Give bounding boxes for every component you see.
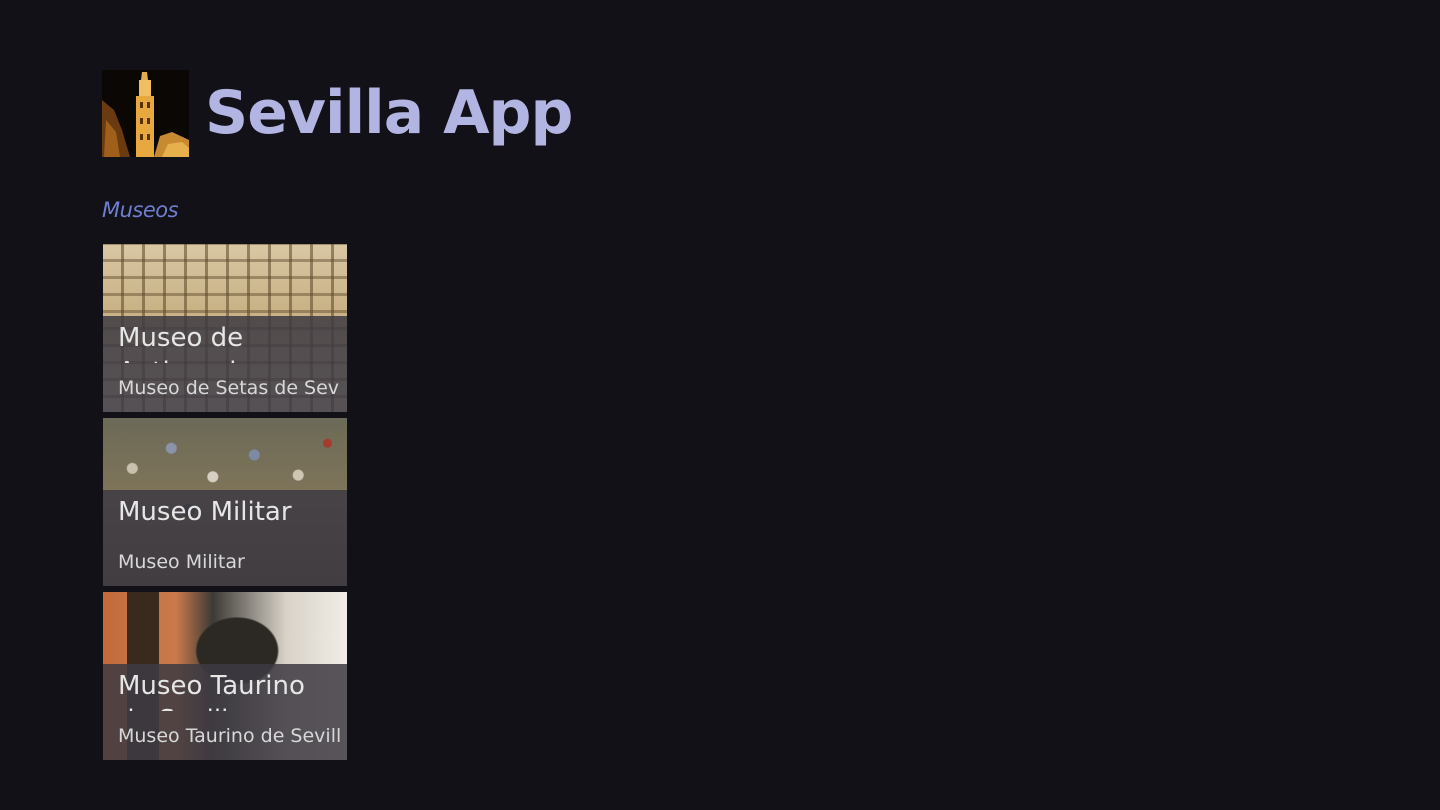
tile-title: Museo Militar: [118, 497, 292, 527]
app-title: Sevilla App: [205, 78, 573, 148]
museum-tile[interactable]: Museo Militar Museo Militar: [103, 418, 347, 586]
museum-tile[interactable]: Museo Taurino de Sevilla Museo Taurino d…: [103, 592, 347, 760]
museum-tile-list: Museo de Antiquarium Museo de Setas de S…: [103, 244, 347, 766]
tile-subtitle: Museo Militar: [118, 551, 245, 573]
giralda-tower-icon: [102, 69, 189, 157]
museum-tile[interactable]: Museo de Antiquarium Museo de Setas de S…: [103, 244, 347, 412]
app-header: Sevilla App: [102, 69, 573, 157]
tile-subtitle: Museo de Setas de Sevilla: [118, 377, 340, 399]
tile-title: Museo Taurino de Sevilla: [118, 671, 305, 711]
tile-subtitle: Museo Taurino de Sevilla: [118, 725, 340, 747]
section-title-museos[interactable]: Museos: [102, 198, 179, 222]
tile-title: Museo de Antiquarium: [118, 323, 278, 363]
